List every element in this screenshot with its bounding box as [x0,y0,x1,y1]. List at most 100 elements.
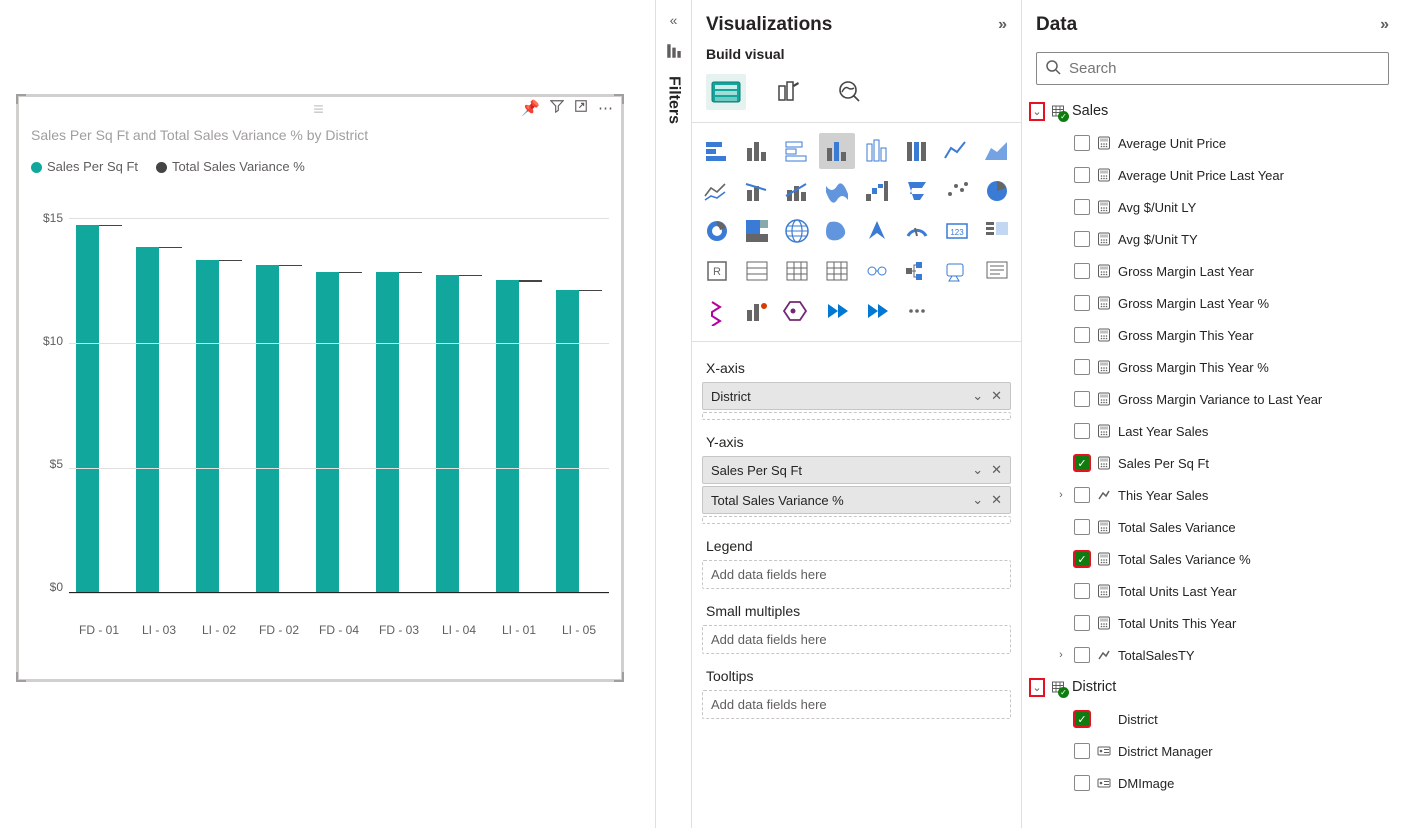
viz-type-decomp[interactable] [899,253,935,289]
viz-type-narrative[interactable] [979,253,1015,289]
remove-icon[interactable]: ✕ [991,462,1002,478]
field-checkbox[interactable] [1074,519,1090,535]
remove-icon[interactable]: ✕ [991,388,1002,404]
bar-group[interactable] [76,225,122,593]
viz-type-waterfall[interactable] [859,173,895,209]
viz-type-treemap[interactable] [739,213,775,249]
bar[interactable] [196,260,219,593]
viz-type-stackedbarHoutline[interactable] [779,133,815,169]
collapse-viz-icon[interactable]: » [998,16,1007,34]
field-checkbox[interactable] [1074,743,1090,759]
report-canvas[interactable]: ≡ 📌 ⋯ Sales Per Sq Ft and Total Sales Va… [0,0,655,828]
field-drop-zone[interactable]: Add data fields here [702,560,1011,589]
bar[interactable] [159,247,182,248]
field-checkbox[interactable] [1074,231,1090,247]
viz-type-combo2[interactable] [779,173,815,209]
viz-type-line[interactable] [939,133,975,169]
bar[interactable] [376,272,399,592]
field-checkbox[interactable] [1074,775,1090,791]
viz-type-map[interactable] [779,213,815,249]
bar[interactable] [136,247,159,592]
field-checkbox[interactable] [1074,583,1090,599]
viz-type-stackedcolumn[interactable] [859,133,895,169]
bar-group[interactable] [496,280,542,593]
field-checkbox[interactable]: ✓ [1074,551,1090,567]
viz-type-kpi[interactable] [979,213,1015,249]
field-row[interactable]: ✓District [1026,703,1399,735]
bar[interactable] [76,225,99,593]
field-drop-zone[interactable]: Add data fields here [702,625,1011,654]
bar[interactable] [519,280,542,283]
field-row[interactable]: ›This Year Sales [1026,479,1399,511]
viz-type-goals[interactable] [739,293,775,329]
tab-analytics[interactable] [830,74,870,110]
field-row[interactable]: Gross Margin This Year [1026,319,1399,351]
bar[interactable] [436,275,459,593]
chevron-down-icon[interactable]: ⌄ [972,462,983,478]
field-drop-zone[interactable]: Add data fields here [702,690,1011,719]
viz-type-keyinfl[interactable] [859,253,895,289]
bar[interactable] [459,275,482,276]
expand-icon[interactable]: › [1054,649,1068,661]
bar[interactable] [339,272,362,273]
bar[interactable] [316,272,339,592]
field-checkbox[interactable] [1074,199,1090,215]
viz-type-matrix[interactable] [779,253,815,289]
field-row[interactable]: Avg $/Unit LY [1026,191,1399,223]
bar-group[interactable] [436,275,482,593]
bar[interactable] [279,265,302,266]
collapse-data-icon[interactable]: » [1380,16,1389,34]
field-checkbox[interactable] [1074,167,1090,183]
filter-icon[interactable] [550,99,564,117]
field-checkbox[interactable] [1074,391,1090,407]
viz-type-pie[interactable] [979,173,1015,209]
field-row[interactable]: Last Year Sales [1026,415,1399,447]
bar[interactable] [399,272,422,273]
field-row[interactable]: ›TotalSalesTY [1026,639,1399,671]
field-row[interactable]: Avg $/Unit TY [1026,223,1399,255]
chart-visual[interactable]: ≡ 📌 ⋯ Sales Per Sq Ft and Total Sales Va… [16,94,624,682]
viz-type-powerautomate[interactable] [859,293,895,329]
field-row[interactable]: Total Sales Variance [1026,511,1399,543]
viz-type-pyviz[interactable] [779,293,815,329]
expand-icon[interactable]: ⌄ [1030,103,1044,120]
field-checkbox[interactable] [1074,135,1090,151]
viz-type-card[interactable]: 123 [939,213,975,249]
drag-grip-icon[interactable]: ≡ [313,99,327,120]
viz-type-clustercolumn[interactable] [739,133,775,169]
resize-handle-bl[interactable] [16,672,26,682]
viz-type-line2[interactable] [699,173,735,209]
bar-group[interactable] [316,272,362,592]
expand-filters-icon[interactable]: « [670,12,678,28]
field-row[interactable]: DMImage [1026,767,1399,799]
field-row[interactable]: Gross Margin This Year % [1026,351,1399,383]
viz-type-donut[interactable] [699,213,735,249]
field-chip[interactable]: Total Sales Variance %⌄✕ [702,486,1011,514]
viz-type-area[interactable] [979,133,1015,169]
viz-type-clustercolumn-sel[interactable] [819,133,855,169]
bar-group[interactable] [556,290,602,593]
bar[interactable] [579,290,602,291]
field-row[interactable]: Average Unit Price Last Year [1026,159,1399,191]
bar[interactable] [556,290,579,593]
resize-handle-br[interactable] [614,672,624,682]
table-row-sales[interactable]: ⌄Sales [1026,95,1399,127]
field-drop-zone[interactable] [702,516,1011,524]
field-row[interactable]: Average Unit Price [1026,127,1399,159]
field-row[interactable]: ✓Total Sales Variance % [1026,543,1399,575]
pin-icon[interactable]: 📌 [521,99,540,117]
viz-type-powerapps[interactable] [819,293,855,329]
bar-group[interactable] [256,265,302,593]
bar[interactable] [99,225,122,226]
field-checkbox[interactable] [1074,359,1090,375]
viz-type-qna[interactable] [939,253,975,289]
viz-type-barfull[interactable] [899,133,935,169]
expand-icon[interactable]: › [1054,489,1068,501]
viz-type-funnel[interactable] [899,173,935,209]
field-checkbox[interactable] [1074,615,1090,631]
filters-pane-collapsed[interactable]: « Filters [655,0,691,828]
tab-fields[interactable] [706,74,746,110]
field-row[interactable]: Total Units Last Year [1026,575,1399,607]
field-row[interactable]: Total Units This Year [1026,607,1399,639]
popout-icon[interactable] [574,99,588,117]
